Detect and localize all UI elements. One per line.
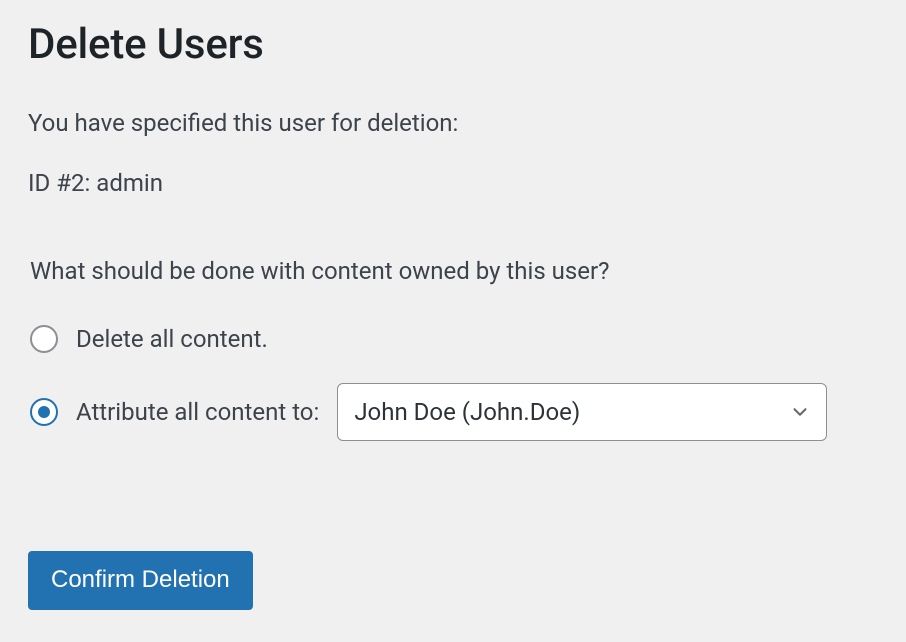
user-to-delete: ID #2: admin — [28, 169, 878, 197]
intro-text: You have specified this user for deletio… — [28, 109, 878, 137]
content-options: Delete all content. Attribute all conten… — [30, 325, 878, 441]
radio-attribute[interactable] — [30, 398, 58, 426]
reassign-user-select-wrap: John Doe (John.Doe) — [337, 383, 827, 441]
reassign-user-select[interactable]: John Doe (John.Doe) — [337, 383, 827, 441]
radio-delete-all[interactable] — [30, 325, 58, 353]
page-title: Delete Users — [28, 20, 878, 69]
confirm-deletion-button[interactable]: Confirm Deletion — [28, 551, 253, 610]
option-attribute-label: Attribute all content to: — [76, 398, 319, 426]
delete-users-page: Delete Users You have specified this use… — [0, 0, 906, 638]
option-delete-all[interactable]: Delete all content. — [30, 325, 878, 353]
reassign-user-select-value: John Doe (John.Doe) — [354, 398, 580, 426]
option-delete-all-label: Delete all content. — [76, 325, 268, 353]
submit-area: Confirm Deletion — [28, 551, 878, 610]
content-ownership-question: What should be done with content owned b… — [30, 257, 878, 285]
option-attribute[interactable]: Attribute all content to: John Doe (John… — [30, 383, 878, 441]
